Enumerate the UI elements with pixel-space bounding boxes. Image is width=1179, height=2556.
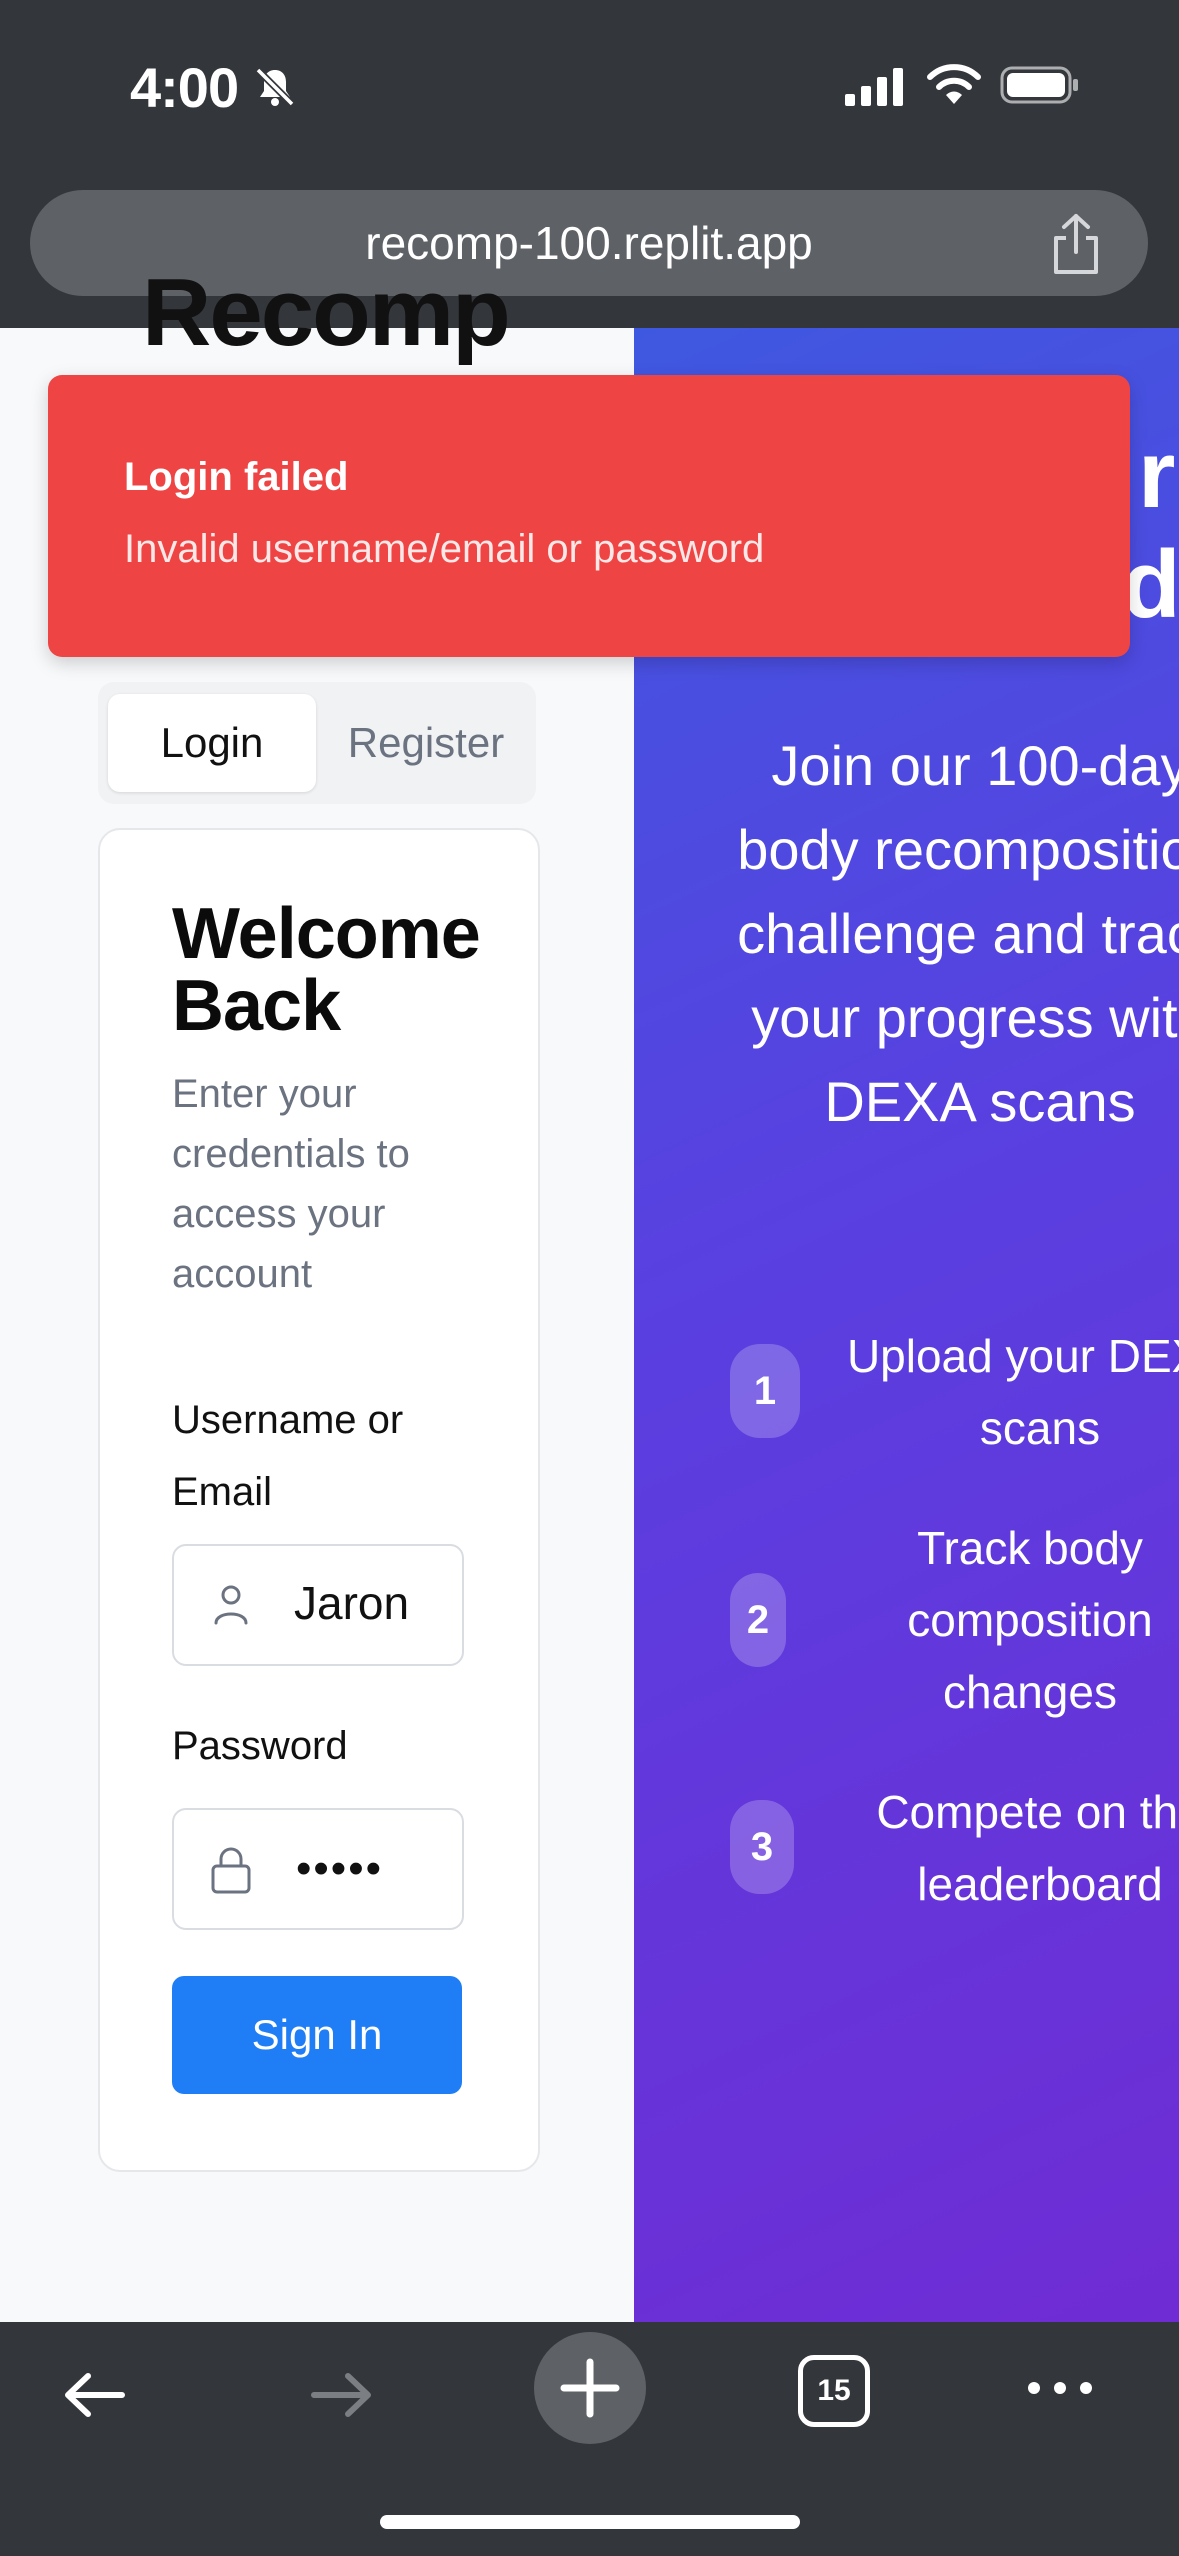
tab-register[interactable]: Register [326, 694, 526, 792]
status-time: 4:00 [130, 56, 239, 119]
lock-icon [211, 1847, 251, 1894]
bell-slash-icon [255, 67, 295, 107]
hero-description: Join our 100-day body recomposition chal… [737, 734, 1179, 1133]
hero-heading-line2: d [1122, 531, 1179, 638]
toast-message: Invalid username/email or password [124, 527, 765, 571]
more-icon[interactable] [1024, 2376, 1096, 2400]
step-badge: 2 [730, 1573, 786, 1667]
user-icon [214, 1585, 248, 1625]
password-value[interactable]: ••••• [296, 1844, 428, 1894]
signal-icon [845, 68, 903, 106]
tabs-icon[interactable]: 15 [798, 2355, 870, 2427]
battery-icon [1000, 66, 1078, 104]
brand-title: Recomp [142, 259, 511, 366]
plus-icon[interactable] [534, 2332, 646, 2444]
home-indicator [380, 2515, 800, 2529]
step-text: Compete on the leaderboard [876, 1786, 1179, 1910]
tab-login[interactable]: Login [108, 694, 316, 792]
step-badge: 1 [730, 1344, 800, 1438]
share-icon[interactable] [1046, 212, 1106, 276]
step-text: Upload your DEXA scans [846, 1330, 1179, 1454]
sign-in-button[interactable]: Sign In [172, 1976, 462, 2094]
toast-title: Login failed [124, 455, 349, 499]
password-label: Password [172, 1724, 348, 1768]
forward-arrow-icon[interactable] [306, 2360, 376, 2430]
wifi-icon [927, 64, 981, 104]
hero-heading-line1: rr [1138, 421, 1179, 528]
username-label: Username or Email [172, 1398, 404, 1514]
step-badge: 3 [730, 1800, 794, 1894]
username-value[interactable]: Jaron [294, 1576, 409, 1630]
card-title: Welcome Back [172, 894, 481, 1046]
error-toast[interactable] [48, 375, 1130, 657]
back-arrow-icon[interactable] [60, 2360, 130, 2430]
step-text: Track body composition changes [907, 1522, 1153, 1718]
card-subtitle: Enter your credentials to access your ac… [172, 1072, 410, 1296]
